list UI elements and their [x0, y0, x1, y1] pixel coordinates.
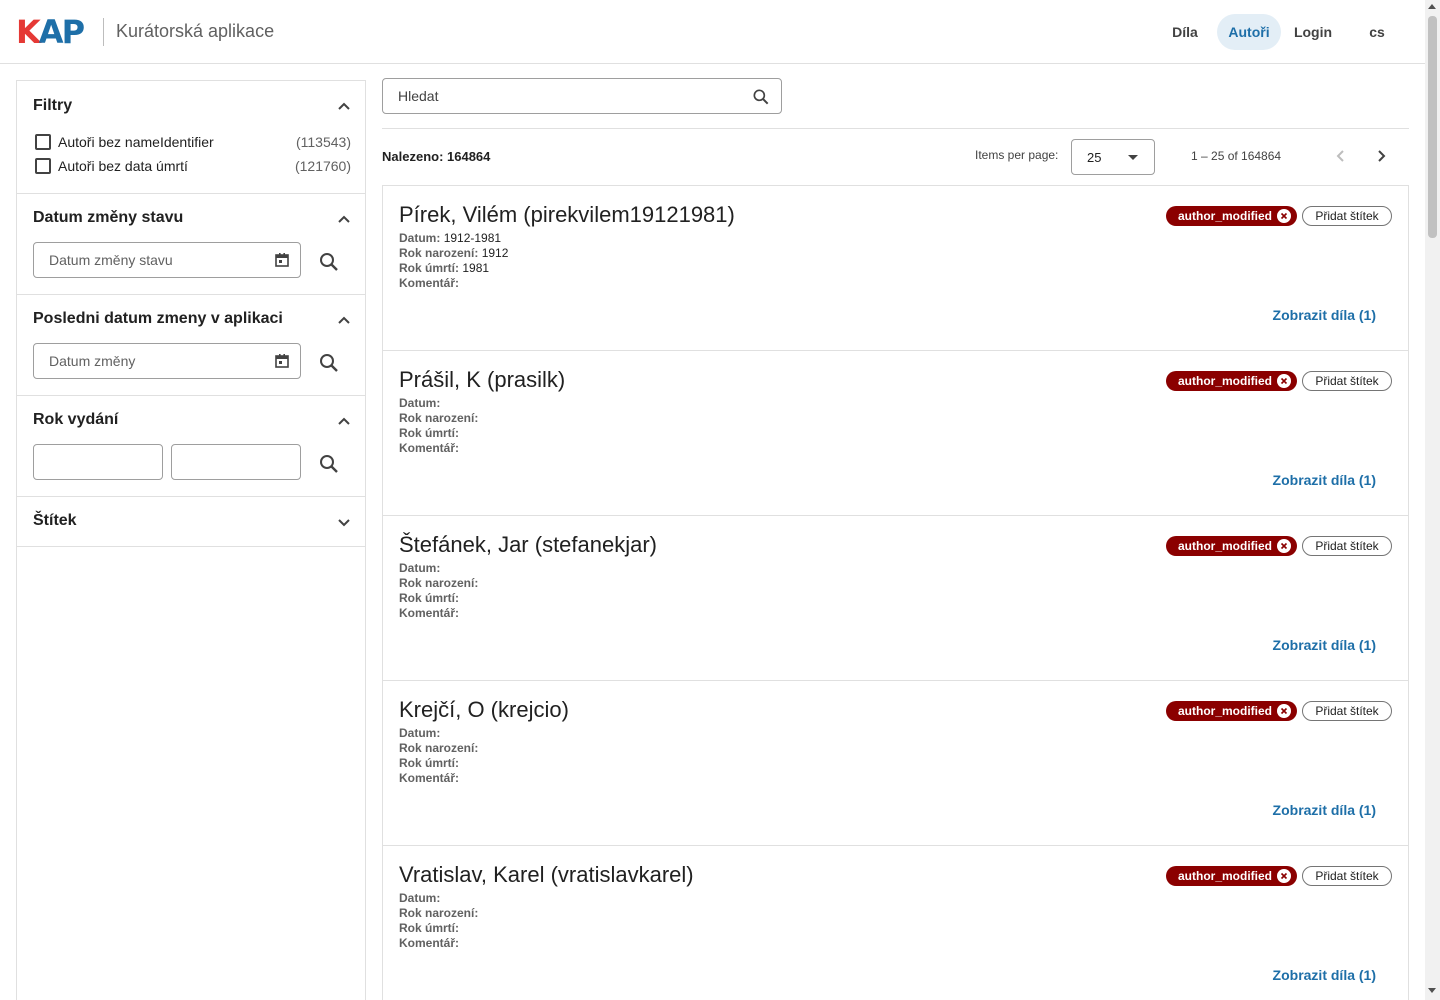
year-title: Rok vydání [33, 411, 119, 428]
scroll-up-arrow-icon[interactable] [1428, 4, 1436, 9]
app-header: KAP Kurátorská aplikace Díla Autoři Logi… [0, 0, 1425, 64]
status-date-section: Datum změny stavu Datum změny stavu [17, 194, 365, 295]
remove-tag-icon[interactable] [1277, 704, 1291, 718]
author-name: Krejčí, O (krejcio) [399, 697, 569, 722]
checkbox[interactable] [35, 158, 51, 174]
chevron-up-icon[interactable] [337, 212, 351, 226]
calendar-icon[interactable] [274, 353, 290, 372]
results-count: Nalezeno: 164864 [382, 149, 491, 164]
items-per-page-select[interactable]: 25 [1071, 139, 1155, 175]
author-card: Prášil, K (prasilk) Datum: Rok narození:… [382, 350, 1409, 516]
author-name: Štefánek, Jar (stefanekjar) [399, 532, 658, 557]
filters-section: Filtry Autoři bez nameIdentifier (113543… [17, 81, 365, 194]
remove-tag-icon[interactable] [1277, 374, 1291, 388]
remove-tag-icon[interactable] [1277, 209, 1291, 223]
show-works-link[interactable]: Zobrazit díla (1) [1273, 307, 1376, 323]
dropdown-arrow-icon [1128, 155, 1138, 160]
status-date-input[interactable]: Datum změny stavu [33, 242, 301, 278]
remove-tag-icon[interactable] [1277, 539, 1291, 553]
year-to-input[interactable] [171, 444, 301, 480]
author-card: Štefánek, Jar (stefanekjar) Datum: Rok n… [382, 515, 1409, 681]
app-date-title: Posledni datum zmeny v aplikaci [33, 310, 283, 327]
scroll-down-arrow-icon[interactable] [1428, 988, 1436, 993]
items-per-page-label: Items per page: [975, 148, 1059, 162]
add-tag-button[interactable]: Přidat štítek [1302, 701, 1392, 721]
filter-sidebar: Filtry Autoři bez nameIdentifier (113543… [16, 80, 366, 1000]
show-works-link[interactable]: Zobrazit díla (1) [1273, 637, 1376, 653]
checkbox[interactable] [35, 134, 51, 150]
add-tag-button[interactable]: Přidat štítek [1302, 536, 1392, 556]
search-icon[interactable] [317, 351, 341, 375]
author-fields: Datum: Rok narození: Rok úmrtí: Komentář… [399, 561, 479, 620]
author-name: Vratislav, Karel (vratislavkarel) [399, 862, 694, 887]
pagination-range: 1 – 25 of 164864 [1191, 149, 1282, 163]
show-works-link[interactable]: Zobrazit díla (1) [1273, 802, 1376, 818]
tag-chip[interactable]: author_modified [1166, 866, 1297, 886]
author-fields: Datum: Rok narození: Rok úmrtí: Komentář… [399, 726, 479, 785]
logo-divider [103, 18, 104, 46]
year-from-input[interactable] [33, 444, 163, 480]
nav-login[interactable]: Login [1283, 14, 1343, 50]
chevron-up-icon[interactable] [337, 414, 351, 428]
add-tag-button[interactable]: Přidat štítek [1302, 866, 1392, 886]
nav-autori[interactable]: Autoři [1217, 14, 1281, 50]
add-tag-button[interactable]: Přidat štítek [1302, 371, 1392, 391]
chevron-up-icon[interactable] [337, 99, 351, 113]
chevron-up-icon[interactable] [337, 313, 351, 327]
author-card: Pírek, Vilém (pirekvilem19121981) Datum:… [382, 185, 1409, 351]
app-date-section: Posledni datum zmeny v aplikaci Datum zm… [17, 295, 365, 396]
tag-chip[interactable]: author_modified [1166, 536, 1297, 556]
author-card: Vratislav, Karel (vratislavkarel) Datum:… [382, 845, 1409, 1000]
search-input[interactable]: Hledat [382, 78, 782, 114]
tag-section[interactable]: Štítek [17, 497, 365, 547]
add-tag-button[interactable]: Přidat štítek [1302, 206, 1392, 226]
filter-no-death-date[interactable]: Autoři bez data úmrtí (121760) [35, 156, 351, 176]
app-date-input[interactable]: Datum změny [33, 343, 301, 379]
remove-tag-icon[interactable] [1277, 869, 1291, 883]
filter-no-nameidentifier[interactable]: Autoři bez nameIdentifier (113543) [35, 132, 351, 152]
tag-chip[interactable]: author_modified [1166, 701, 1297, 721]
language-switch[interactable]: cs [1347, 14, 1407, 50]
tag-chip[interactable]: author_modified [1166, 371, 1297, 391]
chevron-down-icon[interactable] [337, 515, 351, 529]
show-works-link[interactable]: Zobrazit díla (1) [1273, 967, 1376, 983]
page-scrollbar[interactable] [1425, 0, 1440, 1000]
author-fields: Datum: Rok narození: Rok úmrtí: Komentář… [399, 396, 479, 455]
previous-page-icon[interactable] [1331, 146, 1351, 166]
calendar-icon[interactable] [274, 252, 290, 271]
nav-dila[interactable]: Díla [1155, 14, 1215, 50]
search-icon[interactable] [317, 250, 341, 274]
search-icon[interactable] [751, 87, 771, 110]
kap-logo[interactable]: KAP [16, 16, 85, 48]
author-card: Krejčí, O (krejcio) Datum: Rok narození:… [382, 680, 1409, 846]
tag-chip[interactable]: author_modified [1166, 206, 1297, 226]
status-date-title: Datum změny stavu [33, 209, 184, 226]
search-icon[interactable] [317, 452, 341, 476]
next-page-icon[interactable] [1371, 146, 1391, 166]
divider [382, 128, 1409, 129]
author-name: Prášil, K (prasilk) [399, 367, 566, 392]
scrollbar-thumb[interactable] [1428, 16, 1437, 238]
filters-title: Filtry [33, 97, 73, 114]
author-fields: Datum: 1912-1981 Rok narození: 1912 Rok … [399, 231, 509, 290]
year-section: Rok vydání [17, 396, 365, 497]
app-title: Kurátorská aplikace [116, 21, 275, 41]
author-fields: Datum: Rok narození: Rok úmrtí: Komentář… [399, 891, 479, 950]
author-name: Pírek, Vilém (pirekvilem19121981) [399, 202, 735, 227]
show-works-link[interactable]: Zobrazit díla (1) [1273, 472, 1376, 488]
tag-title: Štítek [33, 512, 77, 529]
